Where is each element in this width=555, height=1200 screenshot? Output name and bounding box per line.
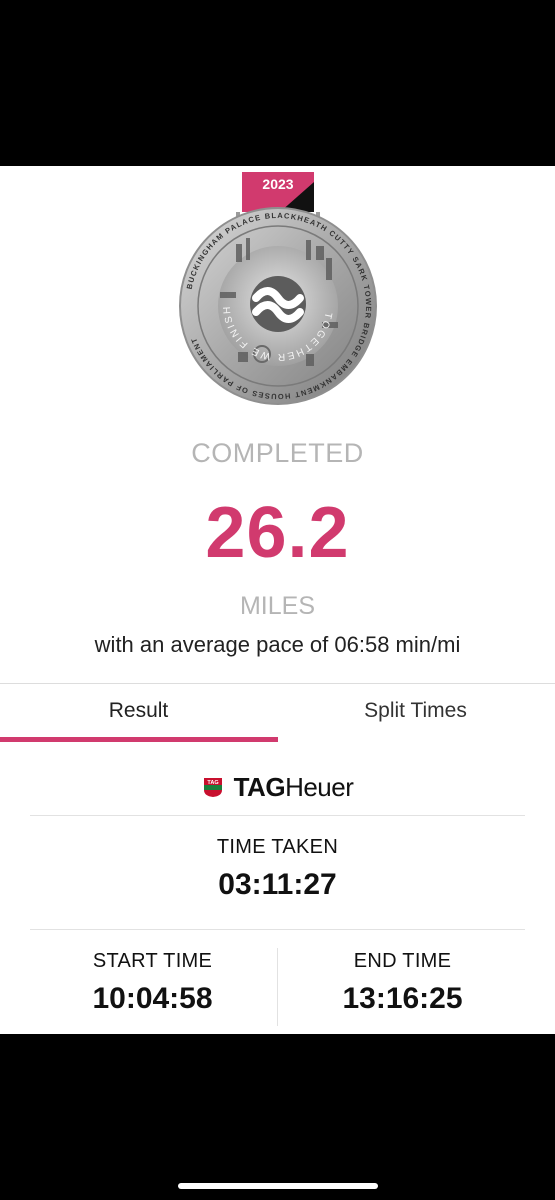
sponsor-brand: TAG TAGHeuer (0, 770, 555, 804)
start-time-label: START TIME (92, 950, 213, 972)
distance-unit: MILES (239, 592, 316, 620)
tag-heuer-shield-icon: TAG (203, 778, 222, 797)
tab-result[interactable]: Result (0, 684, 277, 738)
tab-split-times[interactable]: Split Times (277, 684, 554, 738)
completion-status: COMPLETED (191, 438, 364, 468)
medal-graphic: 2023 BUCKINGHAM PALACE BLACKHEATH CUTTY … (176, 172, 377, 405)
medal-year: 2023 (262, 176, 293, 192)
divider (30, 929, 525, 930)
time-taken-value: 03:11:27 (218, 868, 337, 901)
svg-text:TAG: TAG (207, 780, 218, 786)
result-tabs: Result Split Times (0, 683, 555, 742)
active-tab-indicator (0, 737, 278, 742)
distance-value: 26.2 (205, 493, 350, 573)
end-time-label: END TIME (353, 950, 452, 972)
divider (30, 815, 525, 816)
end-time-value: 13:16:25 (342, 982, 463, 1015)
average-pace: with an average pace of 06:58 min/mi (94, 632, 461, 657)
start-time-value: 10:04:58 (92, 982, 213, 1015)
result-screen: 2023 BUCKINGHAM PALACE BLACKHEATH CUTTY … (0, 166, 555, 1034)
time-taken-label: TIME TAKEN (216, 836, 339, 858)
home-indicator[interactable] (178, 1183, 378, 1189)
sponsor-name: TAGHeuer (233, 771, 354, 802)
